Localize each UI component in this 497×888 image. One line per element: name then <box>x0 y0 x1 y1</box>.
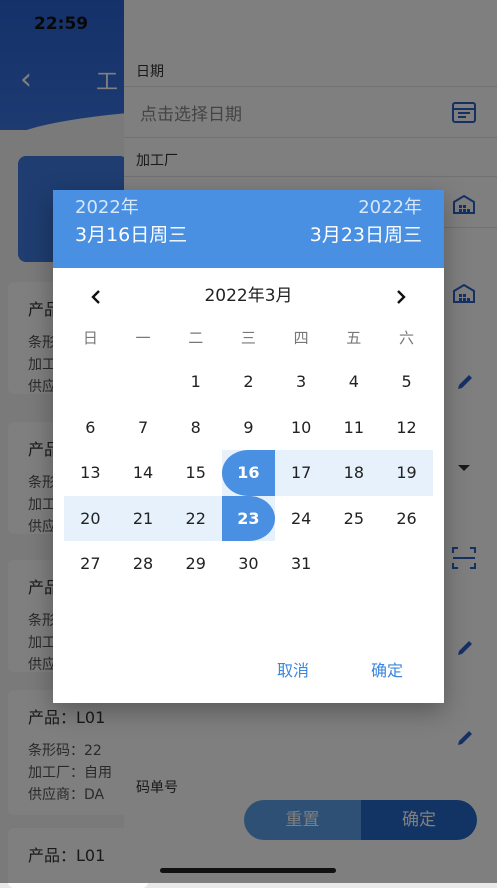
start-year[interactable]: 2022年 <box>75 193 139 219</box>
date-range-picker-dialog: 2022年 3月16日周三 2022年 3月23日周三 2022年3月 日 一 … <box>53 190 444 703</box>
weekday-label: 四 <box>293 329 309 347</box>
weekday-label: 日 <box>82 329 98 347</box>
calendar-day[interactable]: 28 <box>117 541 170 586</box>
end-year[interactable]: 2022年 <box>358 193 422 219</box>
calendar-day[interactable]: 6 <box>64 405 117 450</box>
calendar-day[interactable]: 3 <box>275 359 328 404</box>
weekday-label: 二 <box>188 329 204 347</box>
calendar-day[interactable]: 24 <box>275 496 328 541</box>
end-date[interactable]: 3月23日周三 <box>310 220 422 247</box>
calendar-day[interactable]: 15 <box>169 450 222 495</box>
weekday-label: 一 <box>135 329 151 347</box>
calendar-day[interactable]: 26 <box>380 496 433 541</box>
calendar-day[interactable]: 9 <box>222 405 275 450</box>
calendar-day[interactable]: 1 <box>169 359 222 404</box>
calendar-day[interactable]: 23 <box>222 496 275 541</box>
start-date[interactable]: 3月16日周三 <box>75 220 187 247</box>
calendar-day[interactable]: 30 <box>222 541 275 586</box>
calendar-day[interactable]: 14 <box>117 450 170 495</box>
weekday-label: 三 <box>240 329 256 347</box>
calendar-day[interactable]: 5 <box>380 359 433 404</box>
calendar-day[interactable]: 18 <box>328 450 381 495</box>
ok-button[interactable]: 确定 <box>371 657 403 681</box>
calendar-day[interactable]: 2 <box>222 359 275 404</box>
calendar-day[interactable]: 7 <box>117 405 170 450</box>
calendar-day[interactable]: 13 <box>64 450 117 495</box>
calendar-day[interactable]: 22 <box>169 496 222 541</box>
next-month-button[interactable] <box>386 282 416 312</box>
calendar-day[interactable]: 16 <box>222 450 275 495</box>
calendar-day[interactable]: 27 <box>64 541 117 586</box>
calendar-day[interactable]: 10 <box>275 405 328 450</box>
calendar-day[interactable]: 20 <box>64 496 117 541</box>
calendar-day[interactable]: 12 <box>380 405 433 450</box>
calendar-day[interactable]: 21 <box>117 496 170 541</box>
calendar-day[interactable]: 17 <box>275 450 328 495</box>
chevron-right-icon <box>397 290 406 304</box>
calendar-day[interactable]: 4 <box>328 359 381 404</box>
weekday-label: 六 <box>398 329 414 347</box>
dialog-header: 2022年 3月16日周三 2022年 3月23日周三 <box>53 190 444 268</box>
calendar-day[interactable]: 19 <box>380 450 433 495</box>
cancel-button[interactable]: 取消 <box>277 657 309 681</box>
weekday-label: 五 <box>346 329 362 347</box>
calendar-day[interactable]: 31 <box>275 541 328 586</box>
calendar-day[interactable]: 29 <box>169 541 222 586</box>
weekday-row: 日 一 二 三 四 五 六 <box>64 327 433 348</box>
calendar-day[interactable]: 8 <box>169 405 222 450</box>
home-indicator <box>160 868 336 873</box>
calendar-day[interactable]: 11 <box>328 405 381 450</box>
calendar-day[interactable]: 25 <box>328 496 381 541</box>
